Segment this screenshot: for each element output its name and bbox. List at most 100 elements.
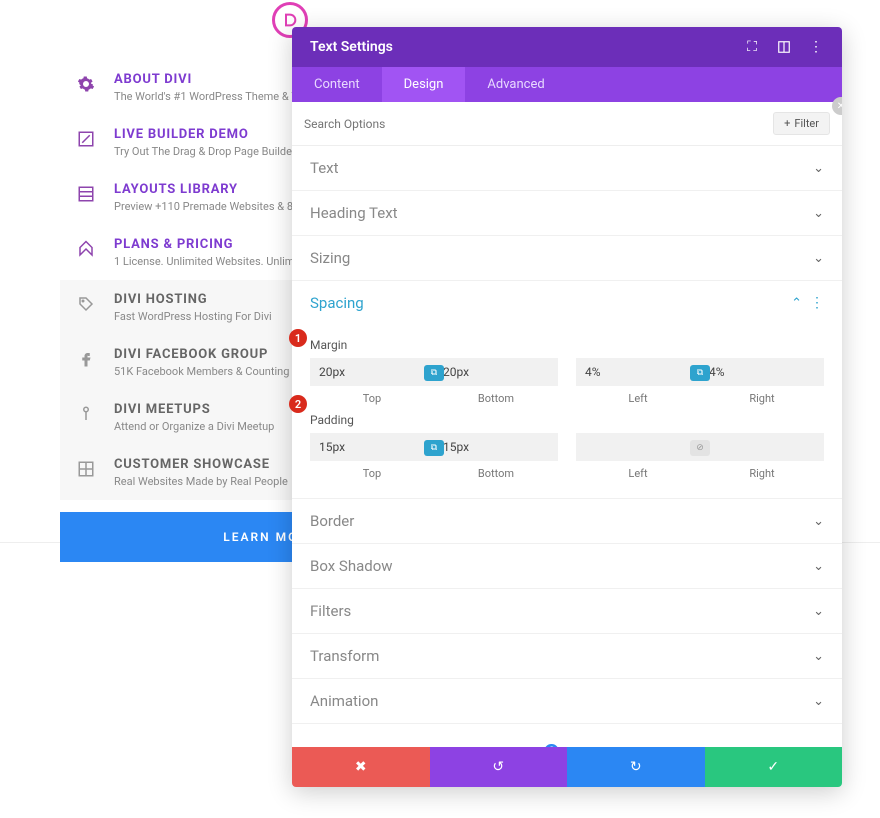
pin-icon [76, 404, 96, 424]
section-heading-text[interactable]: Heading Text ⌄ [292, 191, 842, 236]
sidebar-subtitle: Attend or Organize a Divi Meetup [114, 420, 274, 433]
section-label: Transform [310, 647, 379, 665]
grid-icon [76, 459, 96, 479]
section-spacing: Spacing ⌃ ⋮ Margin Top ⧉ [292, 281, 842, 499]
unlink-icon[interactable]: ⊘ [690, 440, 710, 456]
pos-label-bottom: Bottom [434, 392, 558, 405]
annotation-2: 2 [289, 395, 307, 413]
sidebar-title: LIVE BUILDER DEMO [114, 127, 314, 142]
padding-top-input[interactable] [310, 433, 434, 461]
undo-button[interactable]: ↺ [430, 747, 568, 787]
panel-header[interactable]: Text Settings ⛶ ⋮ [292, 27, 842, 67]
sidebar-title: DIVI FACEBOOK GROUP [114, 347, 289, 362]
chevron-down-icon: ⌄ [813, 559, 824, 574]
section-label: Heading Text [310, 204, 398, 222]
sidebar-title: ABOUT DIVI [114, 72, 319, 87]
link-icon[interactable]: ⧉ [690, 365, 710, 381]
tab-advanced[interactable]: Advanced [465, 67, 566, 102]
chevron-down-icon: ⌄ [813, 251, 824, 266]
section-spacing-head[interactable]: Spacing ⌃ ⋮ [292, 281, 842, 325]
chevron-down-icon: ⌄ [813, 649, 824, 664]
chevron-down-icon: ⌄ [813, 514, 824, 529]
margin-vertical: Top ⧉ Bottom [310, 358, 558, 405]
tag-icon [76, 239, 96, 259]
search-input[interactable] [304, 117, 773, 131]
sidebar-subtitle: Fast WordPress Hosting For Divi [114, 310, 272, 323]
filter-button[interactable]: + Filter [773, 112, 830, 135]
tag-alt-icon [76, 294, 96, 314]
settings-panel: Text Settings ⛶ ⋮ Content Design Advance… [292, 27, 842, 787]
padding-label: Padding [310, 413, 824, 427]
link-icon[interactable]: ⧉ [424, 440, 444, 456]
sidebar-title: LAYOUTS LIBRARY [114, 182, 321, 197]
pos-label-top: Top [310, 392, 434, 405]
margin-bottom-input[interactable] [434, 358, 558, 386]
pos-label-left: Left [576, 392, 700, 405]
margin-label: Margin [310, 338, 824, 352]
sidebar-title: DIVI HOSTING [114, 292, 272, 307]
section-transform[interactable]: Transform ⌄ [292, 634, 842, 679]
pos-label-bottom: Bottom [434, 467, 558, 480]
pos-label-right: Right [700, 467, 824, 480]
cancel-button[interactable]: ✖ [292, 747, 430, 787]
save-button[interactable]: ✓ [705, 747, 843, 787]
chevron-down-icon: ⌄ [813, 694, 824, 709]
section-animation[interactable]: Animation ⌄ [292, 679, 842, 724]
padding-right-input[interactable] [700, 433, 824, 461]
sidebar-subtitle: Preview +110 Premade Websites & 880+ P [114, 200, 321, 213]
padding-left-input[interactable] [576, 433, 700, 461]
sidebar-subtitle: 51K Facebook Members & Counting [114, 365, 289, 378]
menu-dots-icon[interactable]: ⋮ [808, 39, 824, 55]
pos-label-right: Right [700, 392, 824, 405]
section-label: Text [310, 159, 339, 177]
list-icon [76, 184, 96, 204]
menu-dots-icon[interactable]: ⋮ [810, 295, 824, 311]
section-label: Filters [310, 602, 351, 620]
search-row: + Filter [292, 102, 842, 146]
filter-label: Filter [794, 117, 819, 130]
section-label: Sizing [310, 249, 350, 267]
help-link[interactable]: ? Help [292, 724, 842, 747]
section-text[interactable]: Text⌄ [292, 146, 842, 191]
sidebar-subtitle: Real Websites Made by Real People [114, 475, 288, 488]
expand-icon[interactable]: ⛶ [744, 39, 760, 55]
padding-bottom-input[interactable] [434, 433, 558, 461]
pos-label-top: Top [310, 467, 434, 480]
margin-left-input[interactable] [576, 358, 700, 386]
tab-design[interactable]: Design [382, 67, 466, 102]
annotation-1: 1 [289, 329, 307, 347]
section-sizing[interactable]: Sizing ⌄ [292, 236, 842, 281]
chevron-down-icon: ⌄ [813, 604, 824, 619]
margin-top-input[interactable] [310, 358, 434, 386]
sidebar-subtitle: The World's #1 WordPress Theme & Visua [114, 90, 319, 103]
pos-label-left: Left [576, 467, 700, 480]
panel-footer: ✖ ↺ ↻ ✓ [292, 747, 842, 787]
margin-horizontal: Left ⧉ Right [576, 358, 824, 405]
margin-row: Top ⧉ Bottom Left ⧉ [310, 358, 824, 405]
margin-right-input[interactable] [700, 358, 824, 386]
sidebar-title: DIVI MEETUPS [114, 402, 274, 417]
section-label: Border [310, 512, 354, 530]
sidebar-subtitle: Try Out The Drag & Drop Page Builder For [114, 145, 314, 158]
tab-content[interactable]: Content [292, 67, 382, 102]
panel-title: Text Settings [310, 39, 393, 55]
padding-vertical: Top ⧉ Bottom [310, 433, 558, 480]
padding-row: Top ⧉ Bottom Left ⊘ [310, 433, 824, 480]
chevron-up-icon: ⌃ [791, 296, 802, 311]
section-label: Box Shadow [310, 557, 393, 575]
section-boxshadow[interactable]: Box Shadow ⌄ [292, 544, 842, 589]
section-label: Animation [310, 692, 378, 710]
link-icon[interactable]: ⧉ [424, 365, 444, 381]
plus-icon: + [784, 117, 790, 130]
spacing-body: Margin Top ⧉ Bottom [292, 325, 842, 498]
redo-button[interactable]: ↻ [567, 747, 705, 787]
tabs: Content Design Advanced [292, 67, 842, 102]
padding-horizontal: Left ⊘ Right [576, 433, 824, 480]
columns-icon[interactable] [776, 39, 792, 55]
chevron-down-icon: ⌄ [813, 206, 824, 221]
gear-icon [76, 74, 96, 94]
section-filters[interactable]: Filters ⌄ [292, 589, 842, 634]
facebook-icon [76, 349, 96, 369]
section-border[interactable]: Border ⌄ [292, 499, 842, 544]
section-label: Spacing [310, 294, 364, 312]
